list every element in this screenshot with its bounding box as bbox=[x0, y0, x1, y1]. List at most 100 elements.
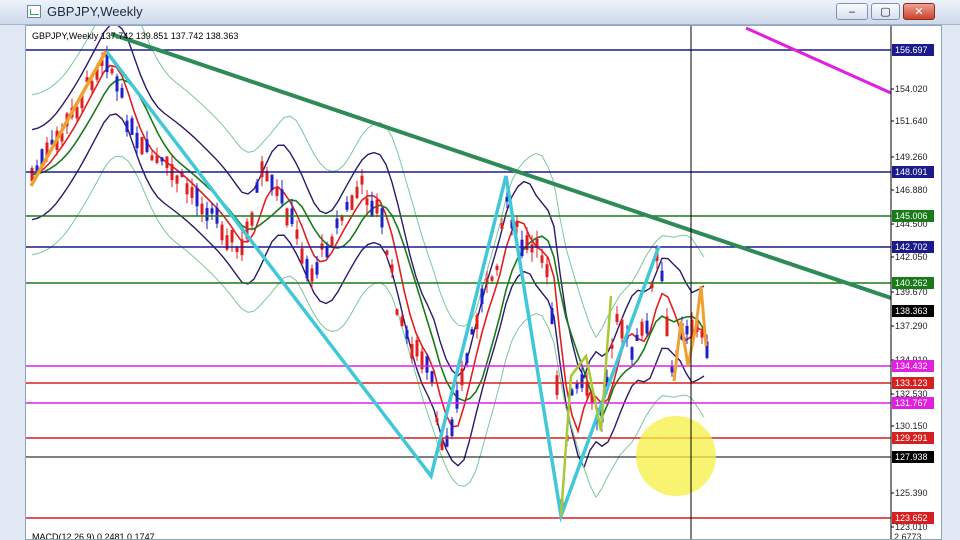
candle-body bbox=[125, 120, 129, 132]
candle-body bbox=[330, 236, 334, 247]
candle-body bbox=[620, 319, 624, 339]
candle-body bbox=[230, 229, 234, 243]
highlight-circle bbox=[636, 416, 716, 496]
macd-label: MACD(12,26,9) 0.2481 0.1747 bbox=[32, 532, 155, 540]
candle-body bbox=[435, 418, 439, 423]
candle-body bbox=[165, 156, 169, 169]
band-upper-light bbox=[31, 26, 705, 339]
candle-body bbox=[615, 313, 619, 323]
drawing-overlays bbox=[29, 26, 892, 523]
candle-body bbox=[275, 186, 279, 196]
price-tick-label: 130.150 bbox=[895, 421, 928, 431]
candle-body bbox=[310, 268, 314, 282]
horizontal-levels bbox=[26, 49, 891, 519]
bollinger-bands bbox=[31, 26, 705, 499]
maximize-button[interactable]: ▢ bbox=[871, 3, 900, 20]
candle-body bbox=[415, 339, 419, 357]
candle-body bbox=[180, 171, 184, 178]
candle-body bbox=[665, 316, 669, 337]
price-tick-label: 137.290 bbox=[895, 321, 928, 331]
price-tick-label: 154.020 bbox=[895, 84, 928, 94]
candle-body bbox=[375, 199, 379, 214]
price-tick-label: 146.880 bbox=[895, 185, 928, 195]
candle-body bbox=[400, 316, 404, 326]
price-tick-label: 125.390 bbox=[895, 488, 928, 498]
candle-body bbox=[540, 255, 544, 263]
candle-body bbox=[220, 224, 224, 241]
candle-body bbox=[580, 374, 584, 388]
candle-body bbox=[410, 343, 414, 359]
candle-body bbox=[645, 320, 649, 334]
candle-body bbox=[395, 309, 399, 315]
candle-body bbox=[365, 198, 369, 206]
candle-body bbox=[530, 244, 534, 253]
level-tag-text-r2: 145.006 bbox=[895, 211, 928, 221]
candle-body bbox=[195, 187, 199, 207]
level-tag-text-s2: 133.123 bbox=[895, 378, 928, 388]
candle-body bbox=[140, 136, 144, 155]
candle-body bbox=[450, 419, 454, 437]
level-tag-text-s4: 129.291 bbox=[895, 433, 928, 443]
level-tag-text-r4: 140.262 bbox=[895, 278, 928, 288]
candle-body bbox=[160, 157, 164, 162]
macd-scale-label: 2.6773 bbox=[894, 532, 922, 540]
candle-body bbox=[480, 288, 484, 305]
candle-body bbox=[185, 183, 189, 195]
level-tag-text-s3: 131.767 bbox=[895, 398, 928, 408]
candle-body bbox=[305, 258, 309, 279]
candle-body bbox=[495, 265, 499, 271]
candle-body bbox=[370, 200, 374, 217]
candle-body bbox=[110, 68, 114, 74]
candle-body bbox=[635, 334, 639, 341]
chart-canvas[interactable]: 154.020151.640149.260146.880144.500142.0… bbox=[26, 26, 942, 540]
candle-body bbox=[670, 366, 674, 373]
candle-body bbox=[260, 161, 264, 178]
level-tag-text-s1: 134.432 bbox=[895, 361, 928, 371]
candle-body bbox=[360, 175, 364, 185]
window-title: GBPJPY,Weekly bbox=[47, 4, 143, 19]
candle-body bbox=[335, 218, 339, 229]
candle-body bbox=[270, 174, 274, 191]
chart-info-header: GBPJPY,Weekly 137.742 139.851 137.742 13… bbox=[32, 31, 238, 41]
chart-window-icon bbox=[27, 5, 41, 18]
candle-body bbox=[700, 331, 704, 338]
candle-body bbox=[175, 175, 179, 184]
candle-body bbox=[210, 208, 214, 214]
main-trendline bbox=[110, 32, 892, 300]
close-button[interactable]: ✕ bbox=[903, 3, 935, 20]
candle-body bbox=[130, 118, 134, 135]
minimize-button[interactable]: ‒ bbox=[836, 3, 868, 20]
candle-body bbox=[155, 155, 159, 163]
candle-body bbox=[610, 344, 614, 349]
candle-body bbox=[255, 182, 259, 193]
candle-body bbox=[135, 132, 139, 149]
candle-body bbox=[430, 371, 434, 383]
candle-body bbox=[355, 186, 359, 199]
price-tick-label: 149.260 bbox=[895, 152, 928, 162]
candle-body bbox=[295, 229, 299, 239]
candle-body bbox=[500, 223, 504, 229]
candle-body bbox=[515, 220, 519, 227]
level-tag-text-r1: 148.091 bbox=[895, 167, 928, 177]
candle-body bbox=[550, 308, 554, 325]
window-right-frame bbox=[942, 25, 960, 540]
price-tick-label: 151.640 bbox=[895, 116, 928, 126]
candle-body bbox=[345, 201, 349, 210]
level-tag-text-s5: 127.938 bbox=[895, 452, 928, 462]
candle-body bbox=[455, 390, 459, 409]
candle-body bbox=[555, 375, 559, 396]
price-chart[interactable]: 154.020 151.640 149.260 146.880 144.500 142.0… bbox=[25, 25, 942, 540]
candle-body bbox=[200, 203, 204, 215]
candle-body bbox=[190, 187, 194, 198]
candle-body bbox=[285, 208, 289, 226]
candle-body bbox=[585, 381, 589, 396]
magenta-trendline bbox=[745, 26, 892, 95]
candle-body bbox=[315, 262, 319, 275]
candle-body bbox=[325, 246, 329, 258]
window-titlebar[interactable]: GBPJPY,Weekly ‒ ▢ ✕ bbox=[0, 0, 960, 25]
candle-body bbox=[350, 195, 354, 210]
candle-body bbox=[630, 347, 634, 360]
candle-body bbox=[575, 383, 579, 389]
level-tag-text-r3: 142.702 bbox=[895, 242, 928, 252]
candle-body bbox=[640, 321, 644, 336]
